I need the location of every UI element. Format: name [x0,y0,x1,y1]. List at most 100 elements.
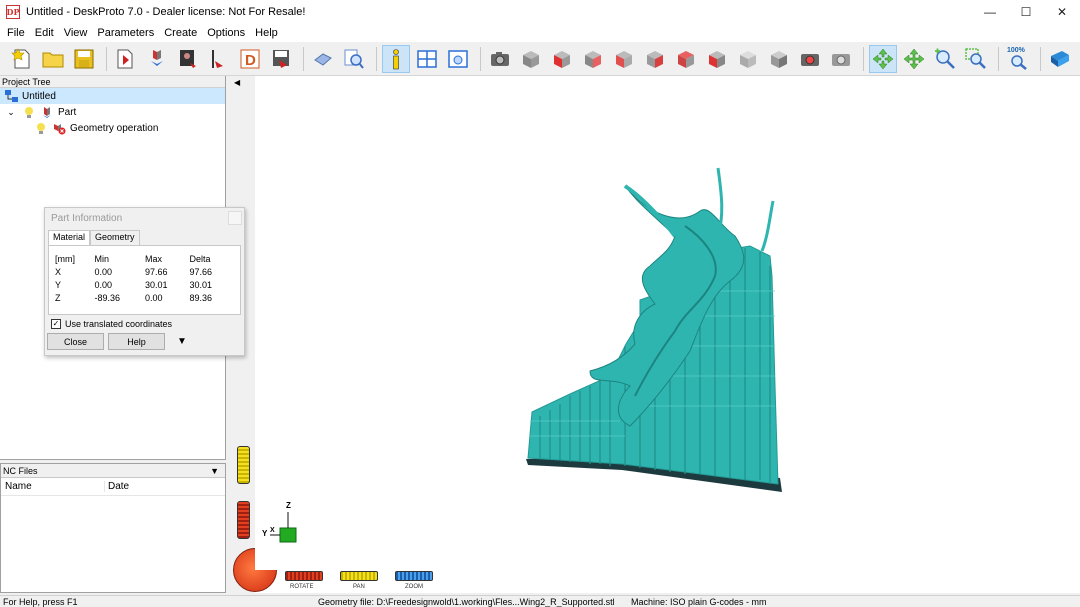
cube-left-icon [616,50,632,68]
save-file-button[interactable] [70,45,98,73]
tree-operation-label: Geometry operation [70,122,159,134]
part-icon [151,49,163,66]
menu-create[interactable]: Create [161,27,204,39]
dialog-close-icon[interactable] [228,211,242,225]
add-bitmap-button[interactable] [174,45,202,73]
view-left-button[interactable] [610,45,638,73]
expand-arrow-icon[interactable]: ▼ [177,336,187,347]
menu-edit[interactable]: Edit [32,27,61,39]
save-nc-button[interactable] [267,45,295,73]
status-geometry-file: Geometry file: D:\Freedesignwold\1.worki… [318,597,615,607]
view-top-button[interactable] [672,45,700,73]
zoom-window-icon [965,47,986,69]
zoom-window-button[interactable] [962,45,990,73]
title-bar: DP Untitled - DeskProto 7.0 - Dealer lic… [0,0,1080,24]
toolbar: D 100% [0,42,1080,76]
close-button[interactable]: Close [47,333,104,350]
axis-x-label: X [270,527,275,534]
lightbulb-icon[interactable] [34,121,48,135]
dropdown-arrow-icon[interactable]: ▼ [210,464,219,478]
tab-material[interactable]: Material [48,230,91,245]
open-file-button[interactable] [39,45,67,73]
render-button[interactable] [796,45,824,73]
dialog-content: [mm] Min Max Delta X 0.00 97.66 97.66 Y … [48,245,241,315]
tree-item-geometry-operation[interactable]: Geometry operation [0,120,225,136]
zoom-in-button[interactable] [931,45,959,73]
menu-bar: File Edit View Parameters Create Options… [0,24,1080,42]
info-button[interactable] [382,44,410,73]
info-icon [393,48,399,69]
help-book-button[interactable] [1046,45,1074,73]
row-max: 97.66 [144,266,168,277]
view-right-button[interactable] [641,45,669,73]
new-file-button[interactable] [8,45,36,73]
view-window-button[interactable] [444,45,472,73]
menu-view[interactable]: View [61,27,95,39]
import-geometry-button[interactable] [112,45,140,73]
render-gray-button[interactable] [827,45,855,73]
status-machine: Machine: ISO plain G-codes - mm [631,597,767,607]
status-help: For Help, press F1 [3,597,78,607]
search-button[interactable] [340,45,368,73]
axis-z-label: Z [286,501,291,510]
eraser-button[interactable] [309,45,337,73]
view-bottom-button[interactable] [703,45,731,73]
3d-viewport[interactable]: Z Y X [230,76,1080,593]
view-wire-button[interactable] [734,45,762,73]
app-logo-icon[interactable]: DP [6,5,20,19]
bitmap-icon [180,49,196,68]
nc-files-panel: NC Files ▼ Name Date [0,463,226,593]
status-bar: For Help, press F1 Geometry file: D:\Fre… [0,595,1080,607]
rotate-tool-button[interactable] [869,44,897,73]
row-max: 0.00 [144,292,163,303]
collapse-arrow-icon[interactable]: ◀ [234,78,240,87]
dialog-title-bar[interactable]: Part Information [45,208,244,230]
maximize-button[interactable]: ☐ [1008,0,1044,24]
row-axis: Y [55,279,62,290]
table-header-min: Min [94,253,110,264]
zoom-in-icon [935,48,955,69]
layout-button[interactable] [413,45,441,73]
tree-item-untitled[interactable]: Untitled [0,88,225,104]
collapse-chevron-icon[interactable]: ⌄ [4,105,18,119]
row-delta: 97.66 [189,266,212,277]
view-window-icon [448,49,468,68]
cube-back-icon [585,50,601,68]
menu-file[interactable]: File [4,27,32,39]
view-front-button[interactable] [548,45,576,73]
zoom-100-button[interactable]: 100% [1004,45,1032,73]
use-translated-coordinates-checkbox[interactable]: ✓ Use translated coordinates [51,319,238,329]
cube-gray-icon [740,50,756,68]
pan-label: PAN [353,584,365,590]
folder-icon [42,52,64,67]
minimize-button[interactable]: — [972,0,1008,24]
checkbox-checked-icon[interactable]: ✓ [51,319,61,329]
tab-geometry[interactable]: Geometry [90,230,140,245]
nc-col-date[interactable]: Date [105,481,129,492]
camera-red-icon [801,53,819,66]
view-iso-button[interactable] [517,45,545,73]
view-back-button[interactable] [579,45,607,73]
lightbulb-icon[interactable] [22,105,36,119]
close-button[interactable]: ✕ [1044,0,1080,24]
part-icon [40,105,54,119]
menu-parameters[interactable]: Parameters [94,27,161,39]
new-file-icon [11,47,30,68]
nc-files-header[interactable]: NC Files ▼ [1,464,225,478]
mouse-mode-rotate-indicator [237,501,250,539]
tree-item-part[interactable]: ⌄ Part [0,104,225,120]
snapshot-button[interactable] [486,45,514,73]
help-button[interactable]: Help [108,333,165,350]
view-shaded-button[interactable] [765,45,793,73]
nc-col-name[interactable]: Name [1,481,105,492]
menu-options[interactable]: Options [204,27,252,39]
rotate-mouse-button[interactable] [285,571,323,581]
checkbox-label: Use translated coordinates [65,319,173,329]
zoom-mouse-button[interactable] [395,571,433,581]
create-d-button[interactable]: D [236,45,264,73]
pan-tool-button[interactable] [900,45,928,73]
pan-mouse-button[interactable] [340,571,378,581]
add-vector-button[interactable] [205,45,233,73]
add-part-button[interactable] [143,45,171,73]
menu-help[interactable]: Help [252,27,285,39]
